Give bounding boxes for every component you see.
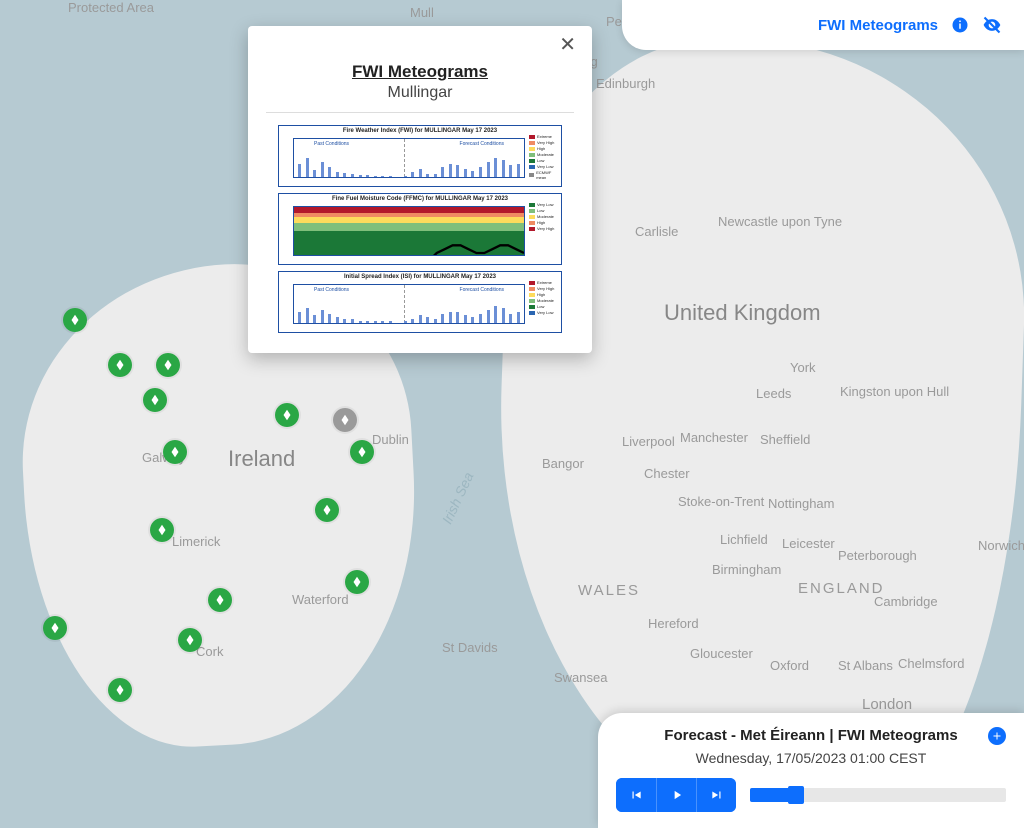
step-forward-button[interactable] <box>696 778 736 812</box>
station-marker-malin-head[interactable] <box>108 353 132 377</box>
station-marker-mullingar[interactable] <box>333 408 357 432</box>
timeline-datetime: Wednesday, 17/05/2023 01:00 CEST <box>616 750 1006 766</box>
station-marker-roches-point[interactable] <box>108 678 132 702</box>
timeline-panel: Forecast - Met Éireann | FWI Meteograms … <box>598 713 1024 828</box>
station-marker-athenry[interactable] <box>275 403 299 427</box>
layer-title-link[interactable]: FWI Meteograms <box>818 17 938 34</box>
playback-buttons <box>616 778 736 812</box>
play-button[interactable] <box>656 778 696 812</box>
slider-thumb[interactable] <box>788 786 804 804</box>
station-marker-johnstown[interactable] <box>345 570 369 594</box>
station-marker-oak-park[interactable] <box>315 498 339 522</box>
station-marker-shannon[interactable] <box>150 518 174 542</box>
info-icon[interactable] <box>950 15 970 35</box>
chart-isi-title: Initial Spread Index (ISI) for MULLINGAR… <box>279 274 561 280</box>
label-protected-area: Protected Area <box>68 0 154 15</box>
label-stdavids: St Davids <box>442 640 498 655</box>
station-marker-cork-airport[interactable] <box>178 628 202 652</box>
station-marker-dublin-airport[interactable] <box>350 440 374 464</box>
timeline-slider[interactable] <box>750 788 1006 802</box>
station-marker-gurteen[interactable] <box>208 588 232 612</box>
close-icon[interactable]: ✕ <box>553 34 582 56</box>
station-marker-knock[interactable] <box>143 388 167 412</box>
add-layer-button[interactable] <box>988 727 1006 745</box>
chart-ffmc: Fine Fuel Moisture Code (FFMC) for MULLI… <box>278 193 562 265</box>
timeline-title: Forecast - Met Éireann | FWI Meteograms <box>616 727 1006 744</box>
popup-divider <box>266 112 574 113</box>
step-back-button[interactable] <box>616 778 656 812</box>
station-popup: ✕ FWI Meteograms Mullingar Fire Weather … <box>248 26 592 353</box>
chart-fwi-title: Fire Weather Index (FWI) for MULLINGAR M… <box>279 128 561 134</box>
station-marker-belmullet[interactable] <box>63 308 87 332</box>
chart-fwi: Fire Weather Index (FWI) for MULLINGAR M… <box>278 125 562 187</box>
chart-isi: Initial Spread Index (ISI) for MULLINGAR… <box>278 271 562 333</box>
station-marker-finner[interactable] <box>156 353 180 377</box>
layer-toggle-panel: FWI Meteograms <box>622 0 1024 50</box>
chart-ffmc-title: Fine Fuel Moisture Code (FFMC) for MULLI… <box>279 196 561 202</box>
label-irish-sea: Irish Sea <box>439 470 477 527</box>
label-mull: Mull <box>410 5 434 20</box>
station-marker-valentia[interactable] <box>43 616 67 640</box>
popup-title[interactable]: FWI Meteograms <box>266 62 574 82</box>
visibility-off-icon[interactable] <box>982 15 1002 35</box>
meteogram-thumbnail[interactable]: Fire Weather Index (FWI) for MULLINGAR M… <box>266 125 574 333</box>
popup-station-name: Mullingar <box>266 84 574 102</box>
station-marker-claremorris[interactable] <box>163 440 187 464</box>
